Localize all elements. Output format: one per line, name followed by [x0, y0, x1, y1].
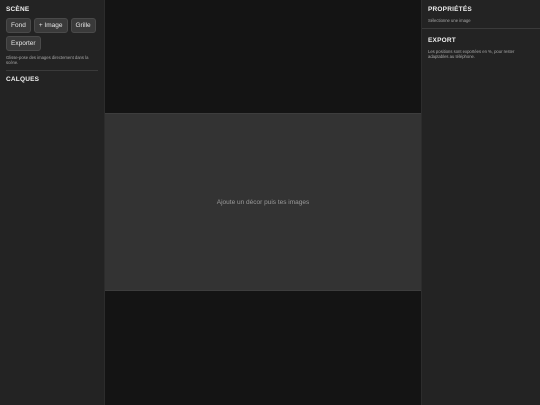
right-divider	[422, 28, 540, 29]
export-section-title: EXPORT	[428, 37, 456, 44]
left-divider	[6, 70, 98, 71]
scene-placeholder-text: Ajoute un décor puis tes images	[216, 198, 310, 206]
export-button[interactable]: Exporter	[6, 36, 41, 51]
properties-section-title: PROPRIÉTÉS	[428, 6, 472, 13]
properties-hint: Sélectionne une image	[428, 18, 471, 23]
scene-hint: Glisse-pose des images directement dans …	[6, 55, 89, 65]
layers-section-title: CALQUES	[6, 76, 40, 83]
right-panel: PROPRIÉTÉS Sélectionne une image EXPORT …	[421, 0, 540, 405]
left-panel: SCÈNE Fond + Image Grille Exporter Gliss…	[0, 0, 105, 405]
scene-section-title: SCÈNE	[6, 6, 30, 13]
scene-toolbar: Fond + Image Grille Exporter	[6, 18, 98, 51]
app-window: SCÈNE Fond + Image Grille Exporter Gliss…	[0, 0, 540, 405]
grid-button[interactable]: Grille	[70, 18, 96, 33]
canvas-area[interactable]: Ajoute un décor puis tes images	[105, 0, 421, 405]
add-image-button[interactable]: + Image	[33, 18, 68, 33]
export-hint: Les positions sont exportées en %, pour …	[428, 49, 515, 59]
scene-canvas[interactable]: Ajoute un décor puis tes images	[105, 113, 421, 291]
background-button[interactable]: Fond	[6, 18, 31, 33]
layers-list[interactable]	[6, 88, 98, 388]
